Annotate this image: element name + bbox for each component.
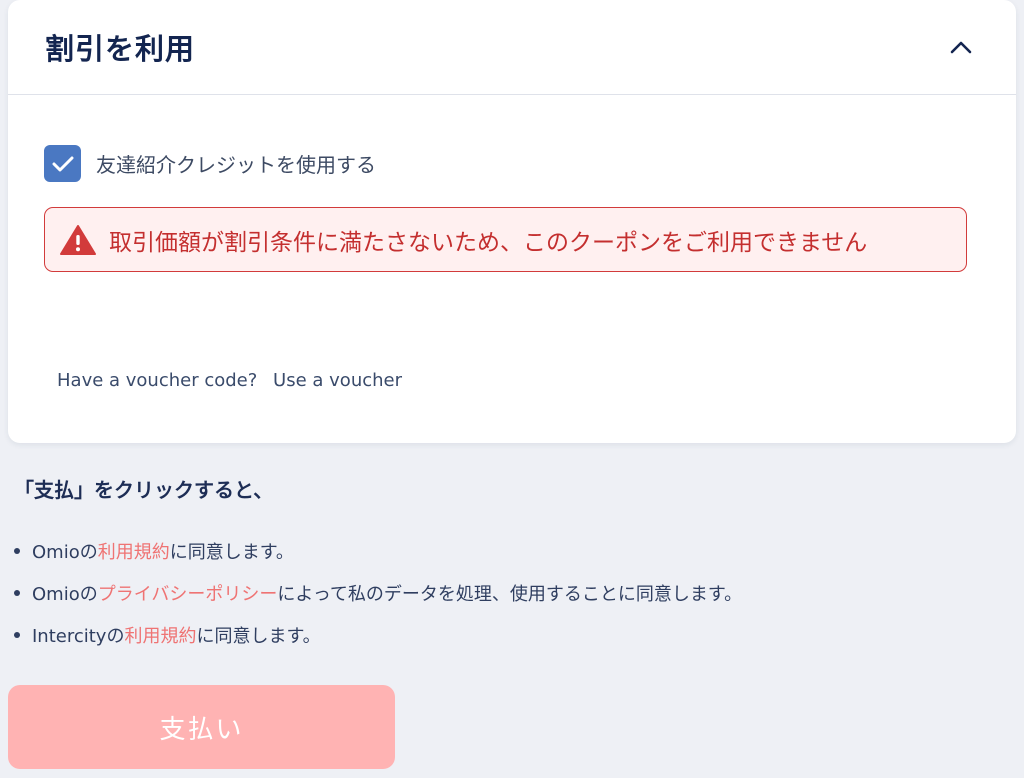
- intercity-terms-link[interactable]: 利用規約: [124, 622, 196, 648]
- chevron-up-icon[interactable]: [946, 32, 976, 62]
- terms-item-prefix: Omioの: [32, 542, 98, 563]
- terms-item-suffix: に同意します。: [169, 542, 294, 563]
- bullet: [14, 590, 20, 596]
- voucher-row: Have a voucher code? Use a voucher: [57, 370, 402, 391]
- use-voucher-link[interactable]: Use a voucher: [273, 370, 402, 391]
- referral-credit-checkbox[interactable]: [44, 145, 81, 182]
- omio-terms-link[interactable]: 利用規約: [98, 538, 170, 564]
- terms-list: Omioの 利用規約 に同意します。 Omioの プライバシーポリシー によって…: [14, 530, 742, 656]
- referral-credit-label: 友達紹介クレジットを使用する: [96, 153, 376, 177]
- bullet: [14, 548, 20, 554]
- terms-item-prefix: Omioの: [32, 584, 98, 605]
- discount-error-text: 取引価額が割引条件に満たさないため、このクーポンをご利用できません: [109, 229, 868, 256]
- omio-privacy-policy-link[interactable]: プライバシーポリシー: [98, 580, 278, 606]
- terms-title: 「支払」をクリックすると、: [14, 478, 274, 502]
- terms-item-suffix: によって私のデータを処理、使用することに同意します。: [277, 584, 743, 605]
- terms-item-omio-terms: Omioの 利用規約 に同意します。: [14, 530, 742, 572]
- terms-item-intercity-terms: Intercityの 利用規約 に同意します。: [14, 614, 742, 656]
- bullet: [14, 632, 20, 638]
- voucher-prompt: Have a voucher code?: [57, 370, 258, 391]
- discount-error-alert: 取引価額が割引条件に満たさないため、このクーポンをご利用できません: [44, 207, 967, 272]
- check-icon: [52, 156, 73, 171]
- terms-item-omio-privacy: Omioの プライバシーポリシー によって私のデータを処理、使用することに同意し…: [14, 572, 742, 614]
- discount-card: 割引を利用 友達紹介クレジットを使用する 取引価額が割引条件に満たさないため、こ…: [8, 0, 1016, 443]
- terms-item-suffix: に同意します。: [196, 626, 321, 647]
- discount-card-header[interactable]: 割引を利用: [8, 0, 1016, 95]
- pay-button[interactable]: 支払い: [8, 685, 395, 769]
- referral-credit-checkbox-row[interactable]: 友達紹介クレジットを使用する: [44, 145, 376, 182]
- terms-item-prefix: Intercityの: [32, 626, 125, 647]
- discount-card-title: 割引を利用: [45, 32, 196, 66]
- warning-icon: [60, 224, 96, 255]
